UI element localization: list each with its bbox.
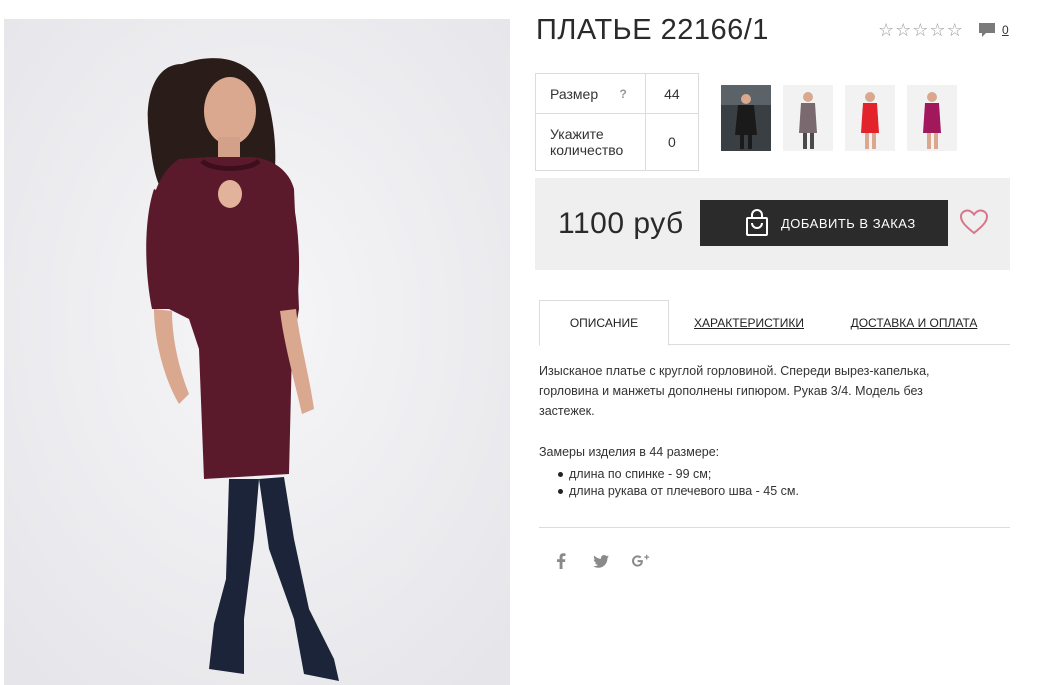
tab-characteristics-label: ХАРАКТЕРИСТИКИ [693, 315, 804, 330]
tab-description[interactable]: ОПИСАНИЕ [539, 300, 669, 346]
product-main-image[interactable] [4, 19, 510, 685]
tab-delivery-payment[interactable]: ДОСТАВКА И ОПЛАТА [849, 300, 979, 345]
product-tabs: ОПИСАНИЕ ХАРАКТЕРИСТИКИ ДОСТАВКА И ОПЛАТ… [539, 300, 1010, 346]
measures-list: длина по спинке - 99 см; длина рукава от… [557, 466, 799, 500]
product-price: 1100 руб [558, 207, 684, 240]
star-icon[interactable]: ☆ [947, 21, 963, 39]
comments-link[interactable]: 0 [978, 22, 1009, 38]
color-thumbnails [721, 85, 957, 151]
comment-bubble-icon [978, 22, 996, 38]
tab-characteristics[interactable]: ХАРАКТЕРИСТИКИ [689, 300, 809, 345]
product-options: Размер ? 44 Укажите количество 0 [535, 73, 700, 171]
product-title: ПЛАТЬЕ 22166/1 [536, 14, 769, 46]
divider [539, 527, 1010, 528]
list-item: длина по спинке - 99 см; [557, 466, 799, 483]
price-bar: 1100 руб ДОБАВИТЬ В ЗАКАЗ [535, 178, 1010, 270]
facebook-icon[interactable] [552, 552, 570, 570]
size-label: Размер [550, 85, 599, 102]
heart-icon[interactable] [959, 208, 989, 236]
thumbnail-black-dress[interactable] [721, 85, 771, 151]
size-help-icon[interactable]: ? [619, 87, 626, 101]
star-icon[interactable]: ☆ [912, 21, 928, 39]
star-icon[interactable]: ☆ [878, 21, 894, 39]
google-plus-icon[interactable] [632, 552, 650, 570]
twitter-icon[interactable] [592, 552, 610, 570]
product-description: Изысканое платье с круглой горловиной. С… [539, 364, 930, 418]
measures-title: Замеры изделия в 44 размере: [539, 445, 720, 459]
comments-count[interactable]: 0 [1002, 23, 1009, 37]
tab-description-label: ОПИСАНИЕ [569, 316, 639, 330]
size-select[interactable]: 44 [644, 73, 700, 114]
model-illustration [4, 19, 510, 685]
thumbnail-magenta-dress[interactable] [907, 85, 957, 151]
rating-stars[interactable]: ☆ ☆ ☆ ☆ ☆ [878, 21, 963, 39]
shopping-bag-icon [743, 209, 771, 237]
add-to-order-label: ДОБАВИТЬ В ЗАКАЗ [781, 215, 916, 231]
social-share [552, 552, 650, 570]
thumbnail-grey-dress[interactable] [783, 85, 833, 151]
quantity-input[interactable]: 0 [644, 113, 700, 171]
list-item: длина рукава от плечевого шва - 45 см. [557, 483, 799, 500]
tab-delivery-payment-label: ДОСТАВКА И ОПЛАТА [850, 315, 978, 330]
star-icon[interactable]: ☆ [895, 21, 911, 39]
quantity-label: Укажите количество [535, 113, 646, 171]
add-to-order-button[interactable]: ДОБАВИТЬ В ЗАКАЗ [700, 200, 948, 246]
star-icon[interactable]: ☆ [929, 21, 945, 39]
thumbnail-red-dress[interactable] [845, 85, 895, 151]
